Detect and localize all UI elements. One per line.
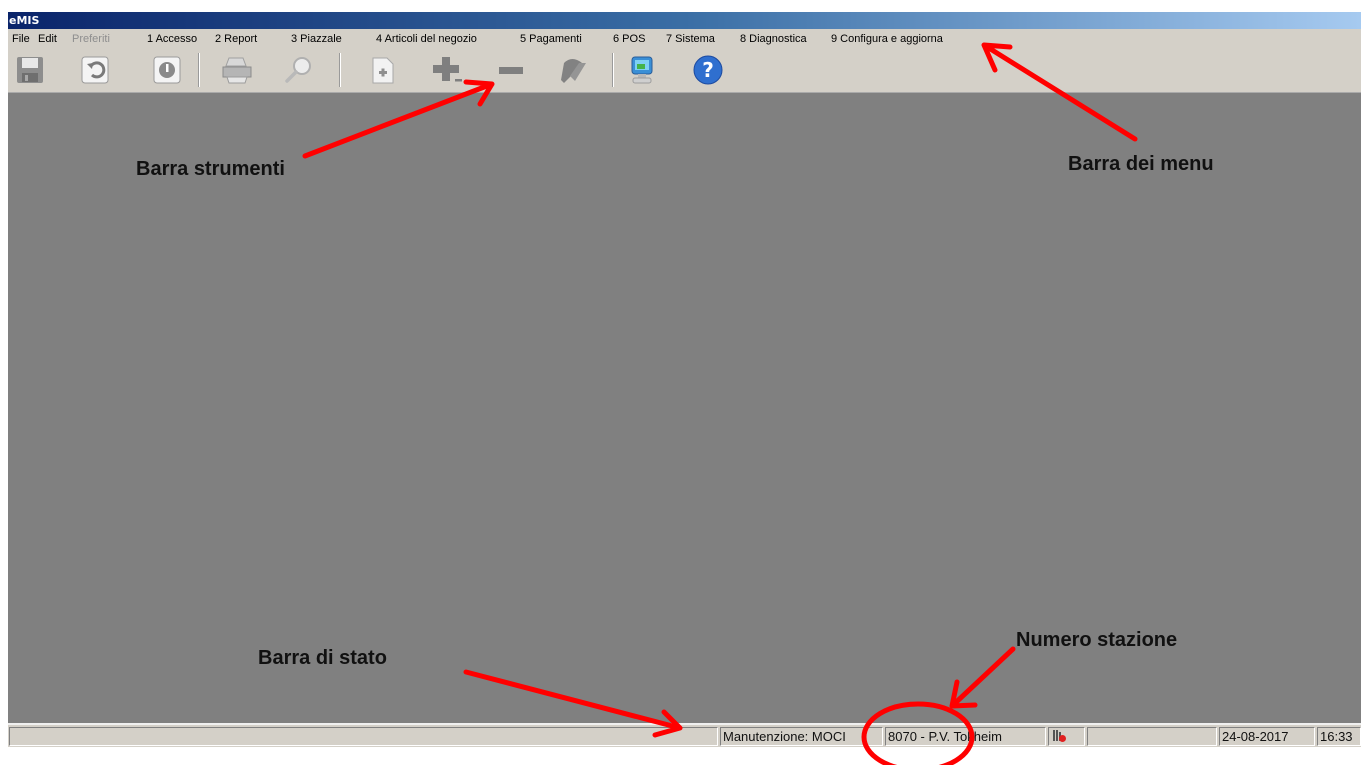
status-panel-station: 8070 - P.V. Tokheim — [885, 727, 1046, 746]
menu-pos[interactable]: 6 POS — [613, 29, 645, 49]
menu-report[interactable]: 2 Report — [215, 29, 257, 49]
search-button[interactable] — [280, 53, 318, 87]
status-panel-date: 24-08-2017 — [1219, 727, 1315, 746]
help-icon: ? — [693, 55, 723, 85]
save-button[interactable] — [11, 53, 49, 87]
menu-accesso[interactable]: 1 Accesso — [147, 29, 197, 49]
menu-piazzale[interactable]: 3 Piazzale — [291, 29, 342, 49]
status-panel-mode: Manutenzione: MOCI — [720, 727, 883, 746]
print-icon — [222, 57, 252, 84]
status-panel-main — [9, 727, 718, 746]
menu-articoli[interactable]: 4 Articoli del negozio — [376, 29, 477, 49]
menu-edit[interactable]: Edit — [38, 29, 57, 49]
station-annotation-label: Numero stazione — [1016, 629, 1178, 651]
menu-sistema[interactable]: 7 Sistema — [666, 29, 715, 49]
menu-pagamenti[interactable]: 5 Pagamenti — [520, 29, 582, 49]
status-panel-icon — [1048, 727, 1085, 746]
save-icon — [17, 57, 43, 83]
statusbar-annotation-label: Barra di stato — [258, 647, 387, 669]
toolbar-separator — [612, 53, 614, 87]
add-button[interactable] — [428, 53, 466, 87]
delete-icon — [561, 59, 586, 83]
menubar-annotation-label: Barra dei menu — [1068, 153, 1214, 175]
connection-status-icon — [1053, 730, 1066, 742]
menu-bar: File Edit Preferiti 1 Accesso 2 Report 3… — [8, 29, 1361, 49]
toolbar: ? — [8, 49, 1361, 93]
undo-icon — [81, 56, 109, 84]
menu-configura[interactable]: 9 Configura e aggiorna — [831, 29, 943, 49]
new-button[interactable] — [364, 53, 402, 87]
delete-button[interactable] — [556, 53, 594, 87]
remove-button[interactable] — [492, 53, 530, 87]
monitor-icon — [631, 56, 653, 84]
toolbar-annotation-label: Barra strumenti — [136, 158, 285, 180]
new-document-icon — [372, 57, 394, 84]
remove-icon — [499, 67, 523, 74]
svg-text:?: ? — [702, 58, 714, 82]
menu-file[interactable]: File — [12, 29, 30, 49]
power-button[interactable] — [148, 53, 186, 87]
menu-preferiti[interactable]: Preferiti — [72, 29, 110, 49]
search-icon — [285, 57, 311, 83]
menu-diagnostica[interactable]: 8 Diagnostica — [740, 29, 807, 49]
power-icon — [153, 56, 181, 84]
undo-button[interactable] — [76, 53, 114, 87]
toolbar-separator — [198, 53, 200, 87]
status-panel-time: 16:33 — [1317, 727, 1361, 746]
monitor-button[interactable] — [623, 53, 661, 87]
toolbar-separator — [339, 53, 341, 87]
print-button[interactable] — [218, 53, 256, 87]
window-title: eMIS — [8, 12, 1361, 29]
status-bar: Manutenzione: MOCI 8070 - P.V. Tokheim 2… — [8, 723, 1361, 747]
help-button[interactable]: ? — [689, 53, 727, 87]
add-icon — [433, 57, 462, 82]
status-panel-empty — [1087, 727, 1217, 746]
